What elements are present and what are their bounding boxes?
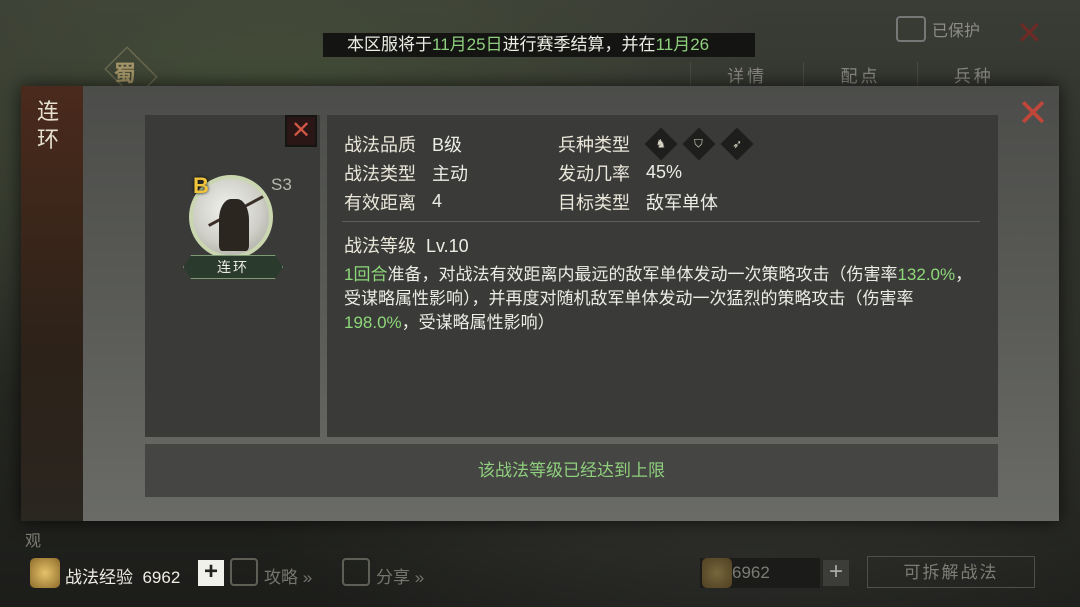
panel-close-icon[interactable]: ✕ bbox=[1017, 95, 1049, 133]
notice-middle: 进行赛季结算，并在 bbox=[502, 35, 656, 54]
notice-prefix: 本区服将于 bbox=[347, 35, 432, 54]
share-icon bbox=[342, 558, 370, 586]
skill-season-label: S3 bbox=[271, 175, 292, 194]
dismantle-skill-button[interactable]: 可拆解战法 bbox=[867, 556, 1035, 588]
type-value: 主动 bbox=[432, 163, 468, 184]
tab-points[interactable]: 配点 bbox=[803, 62, 916, 88]
share-link[interactable]: 分享 » bbox=[376, 563, 424, 588]
notice-date-2: 11月26 bbox=[655, 35, 710, 54]
skill-attributes: 战法品质 B级 兵种类型 ♞ ⛉ ➶ 战法类型 主动 发动几率 45% 有效距离 4 目… bbox=[344, 126, 984, 216]
target-value: 敌军单体 bbox=[646, 192, 718, 213]
tab-details[interactable]: 详情 bbox=[690, 62, 803, 88]
desc-damage-2: 198.0% bbox=[344, 313, 402, 332]
attributes-divider bbox=[342, 221, 980, 222]
skill-info-card: 战法品质 B级 兵种类型 ♞ ⛉ ➶ 战法类型 主动 发动几率 45% 有效距离 4 目… bbox=[327, 115, 998, 437]
protect-icon bbox=[896, 16, 926, 42]
type-label: 战法类型 bbox=[344, 163, 416, 184]
add-exp-button[interactable]: + bbox=[198, 560, 224, 586]
skill-exp-label: 战法经验 bbox=[65, 568, 133, 587]
strategy-icon bbox=[230, 558, 258, 586]
rate-value: 45% bbox=[646, 162, 683, 182]
skill-level: 战法等级 Lv.10 bbox=[344, 232, 469, 258]
range-label: 有效距离 bbox=[344, 192, 416, 213]
skill-description: 1回合准备，对战法有效距离内最远的敌军单体发动一次策略攻击（伤害率132.0% ，… bbox=[344, 263, 980, 335]
arms-label: 兵种类型 bbox=[558, 134, 630, 155]
arms-icons: ♞ ⛉ ➶ bbox=[644, 126, 754, 161]
panel-side-title: 连环 bbox=[37, 99, 60, 152]
max-level-note: 该战法等级已经达到上限 bbox=[145, 444, 998, 497]
skill-grade-badge: B bbox=[193, 173, 209, 198]
footer-bar: 战法经验 6962 + 攻略 » 分享 » 6962 + 可拆解战法 bbox=[0, 548, 1080, 598]
strategy-link[interactable]: 攻略 » bbox=[264, 563, 312, 588]
background-tabs: 详情 配点 兵种 bbox=[690, 62, 1030, 88]
season-notice-banner: 本区服将于11月25日进行赛季结算，并在11月26 bbox=[323, 33, 755, 57]
skill-exp-icon bbox=[30, 558, 60, 588]
level-label: 战法等级 bbox=[344, 236, 416, 256]
right-add-exp-button[interactable]: + bbox=[823, 560, 849, 586]
target-label: 目标类型 bbox=[558, 192, 630, 213]
shield-icon: ⛉ bbox=[682, 126, 716, 161]
right-exp-icon bbox=[702, 558, 732, 588]
protect-status[interactable]: 已保护 bbox=[896, 16, 980, 42]
level-value: Lv.10 bbox=[426, 236, 469, 256]
background-close-icon[interactable]: ✕ bbox=[1016, 14, 1043, 52]
quality-value: B级 bbox=[432, 134, 463, 155]
protect-label: 已保护 bbox=[932, 23, 981, 40]
right-exp-value: 6962 bbox=[732, 563, 770, 582]
bow-icon: ➶ bbox=[720, 126, 754, 161]
skill-exp-value: 6962 bbox=[142, 568, 181, 587]
skill-detail-panel: 连环 ✕ ✕ B S3 连环 战法品质 B级 兵种类型 ♞ ⛉ ➶ 战法类型 主… bbox=[21, 86, 1059, 521]
skill-name-plate: 连环 bbox=[183, 255, 283, 279]
warrior-figure bbox=[219, 199, 249, 251]
skill-exp: 战法经验 6962 bbox=[65, 563, 180, 588]
tab-arms[interactable]: 兵种 bbox=[916, 62, 1030, 88]
desc-damage-1: 132.0% bbox=[897, 265, 956, 284]
range-value: 4 bbox=[432, 191, 443, 211]
cavalry-icon: ♞ bbox=[644, 126, 678, 161]
desc-turns: 1回合 bbox=[344, 265, 388, 284]
desc-part-3: ，受谋略属性影响） bbox=[401, 313, 555, 332]
quality-label: 战法品质 bbox=[344, 134, 416, 155]
desc-part-1: 准备，对战法有效距离内最远的敌军单体发动一次策略攻击（伤害率 bbox=[387, 265, 898, 284]
shu-badge-label: 蜀 bbox=[114, 61, 137, 86]
skill-card: ✕ B S3 连环 bbox=[145, 115, 320, 437]
rate-label: 发动几率 bbox=[558, 163, 630, 184]
skill-card-close-icon[interactable]: ✕ bbox=[285, 115, 317, 147]
notice-date-1: 11月25日 bbox=[432, 35, 503, 54]
